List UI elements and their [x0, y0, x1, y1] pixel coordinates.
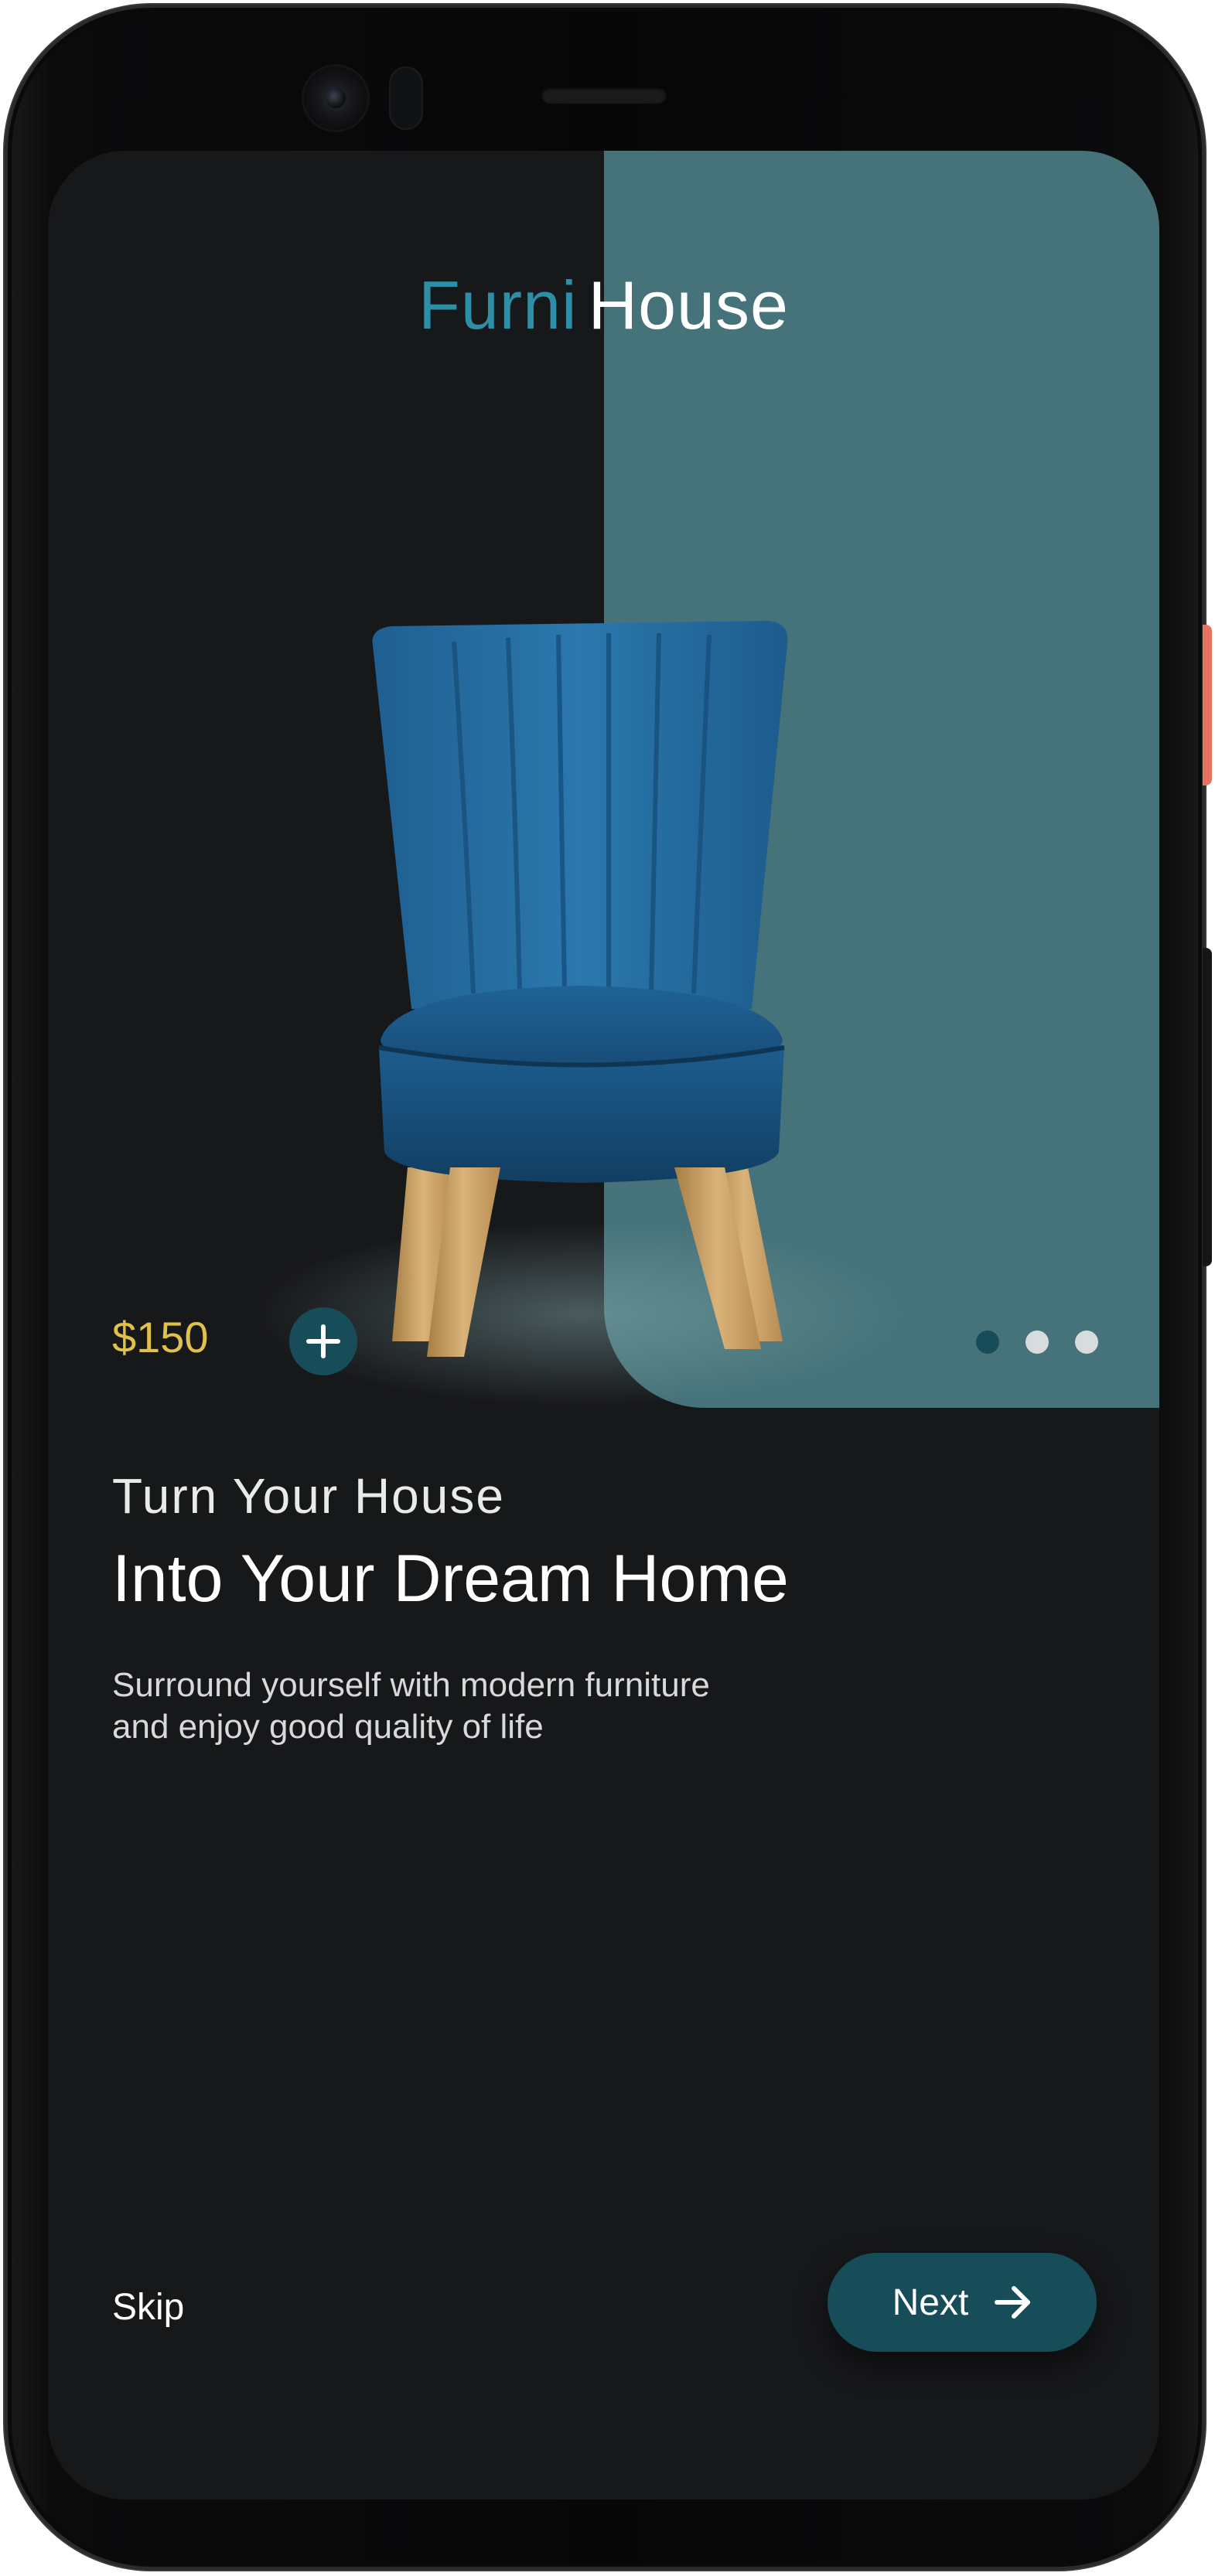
onboarding-description: Surround yourself with modern furniture … [112, 1665, 886, 1748]
page-dot-3[interactable] [1075, 1331, 1098, 1354]
add-to-cart-button[interactable] [289, 1307, 357, 1375]
brand-part-house: House [588, 267, 789, 343]
volume-button [1203, 948, 1212, 1266]
page-dot-2[interactable] [1026, 1331, 1049, 1354]
product-price: $150 [112, 1313, 209, 1361]
plus-icon [306, 1324, 340, 1358]
brand-part-furni: Furni [418, 267, 578, 343]
description-line: and enjoy good quality of life [112, 1708, 544, 1746]
arrow-right-icon [995, 2286, 1031, 2319]
onboarding-screen: Furni House $150 Turn Your House Into Yo… [48, 151, 1159, 2499]
next-button-label: Next [892, 2281, 969, 2323]
armchair-image [257, 621, 906, 1407]
front-camera-icon [304, 66, 367, 130]
description-line: Surround yourself with modern furniture [112, 1666, 710, 1704]
sensor-icon [391, 68, 421, 128]
earpiece-speaker [541, 87, 667, 104]
page-dot-1[interactable] [976, 1331, 999, 1354]
brand-logo: Furni House [48, 267, 1159, 344]
onboarding-subtitle: Turn Your House [112, 1468, 505, 1524]
onboarding-headline: Into Your Dream Home [112, 1542, 789, 1616]
next-button[interactable]: Next [828, 2253, 1097, 2352]
page-indicator [976, 1331, 1098, 1354]
power-button [1203, 625, 1212, 785]
skip-button[interactable]: Skip [112, 2285, 184, 2331]
